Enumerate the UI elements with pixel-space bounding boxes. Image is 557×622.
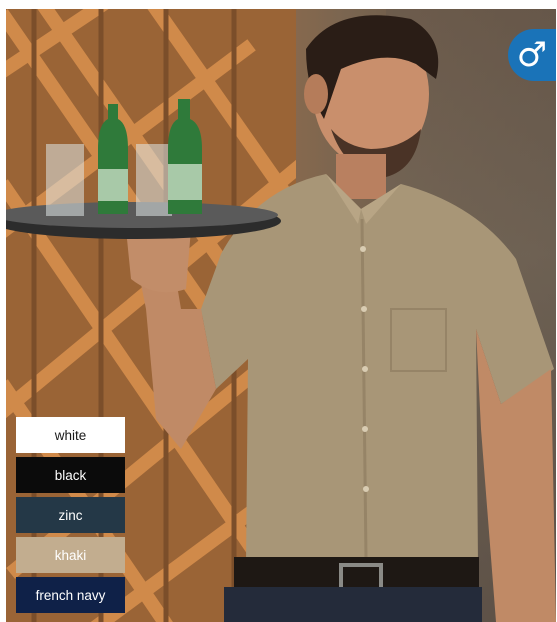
swatch-black[interactable]: black [16,457,125,493]
male-symbol-badge: ♂ [508,29,556,81]
swatch-khaki[interactable]: khaki [16,537,125,573]
male-symbol-icon: ♂ [516,35,548,75]
swatch-white[interactable]: white [16,417,125,453]
swatch-zinc[interactable]: zinc [16,497,125,533]
swatch-french-navy[interactable]: french navy [16,577,125,613]
color-swatch-list: white black zinc khaki french navy [16,417,125,617]
